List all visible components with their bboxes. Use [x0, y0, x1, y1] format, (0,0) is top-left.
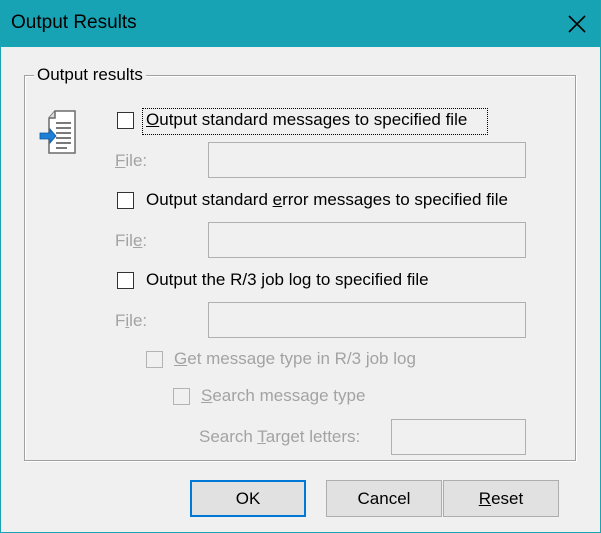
close-icon — [568, 15, 586, 33]
file-label-job-log: File: — [115, 311, 148, 330]
file-label-error: File: — [115, 231, 148, 250]
cancel-button[interactable]: Cancel — [326, 480, 442, 517]
output-job-log-label[interactable]: Output the R/3 job log to specified file — [146, 270, 429, 290]
get-message-type-label[interactable]: Get message type in R/3 job log — [174, 349, 416, 369]
group-legend: Output results — [34, 65, 146, 85]
window-title: Output Results — [11, 12, 137, 33]
document-output-icon — [39, 110, 76, 154]
reset-button[interactable]: Reset — [443, 480, 559, 517]
output-job-log-checkbox[interactable] — [117, 272, 134, 289]
title-bar[interactable]: Output Results — [1, 1, 600, 47]
standard-messages-file-field[interactable] — [208, 142, 526, 178]
job-log-file-field[interactable] — [208, 302, 526, 338]
get-message-type-checkbox[interactable] — [146, 351, 163, 368]
output-standard-messages-label[interactable]: Output standard messages to specified fi… — [146, 110, 467, 130]
close-button[interactable] — [554, 1, 600, 47]
ok-button[interactable]: OK — [190, 480, 306, 517]
file-label-standard: File: — [115, 151, 148, 170]
output-standard-messages-checkbox[interactable] — [117, 112, 134, 129]
search-target-letters-field[interactable] — [391, 419, 526, 455]
search-message-type-checkbox[interactable] — [173, 388, 190, 405]
search-message-type-label[interactable]: Search message type — [201, 386, 365, 406]
search-target-letters-label: Search Target letters: — [199, 427, 361, 446]
output-standard-error-label[interactable]: Output standard error messages to specif… — [146, 190, 508, 210]
output-results-dialog: Output Results Output results Output sta… — [0, 0, 601, 533]
standard-error-file-field[interactable] — [208, 222, 526, 258]
output-standard-error-checkbox[interactable] — [117, 192, 134, 209]
